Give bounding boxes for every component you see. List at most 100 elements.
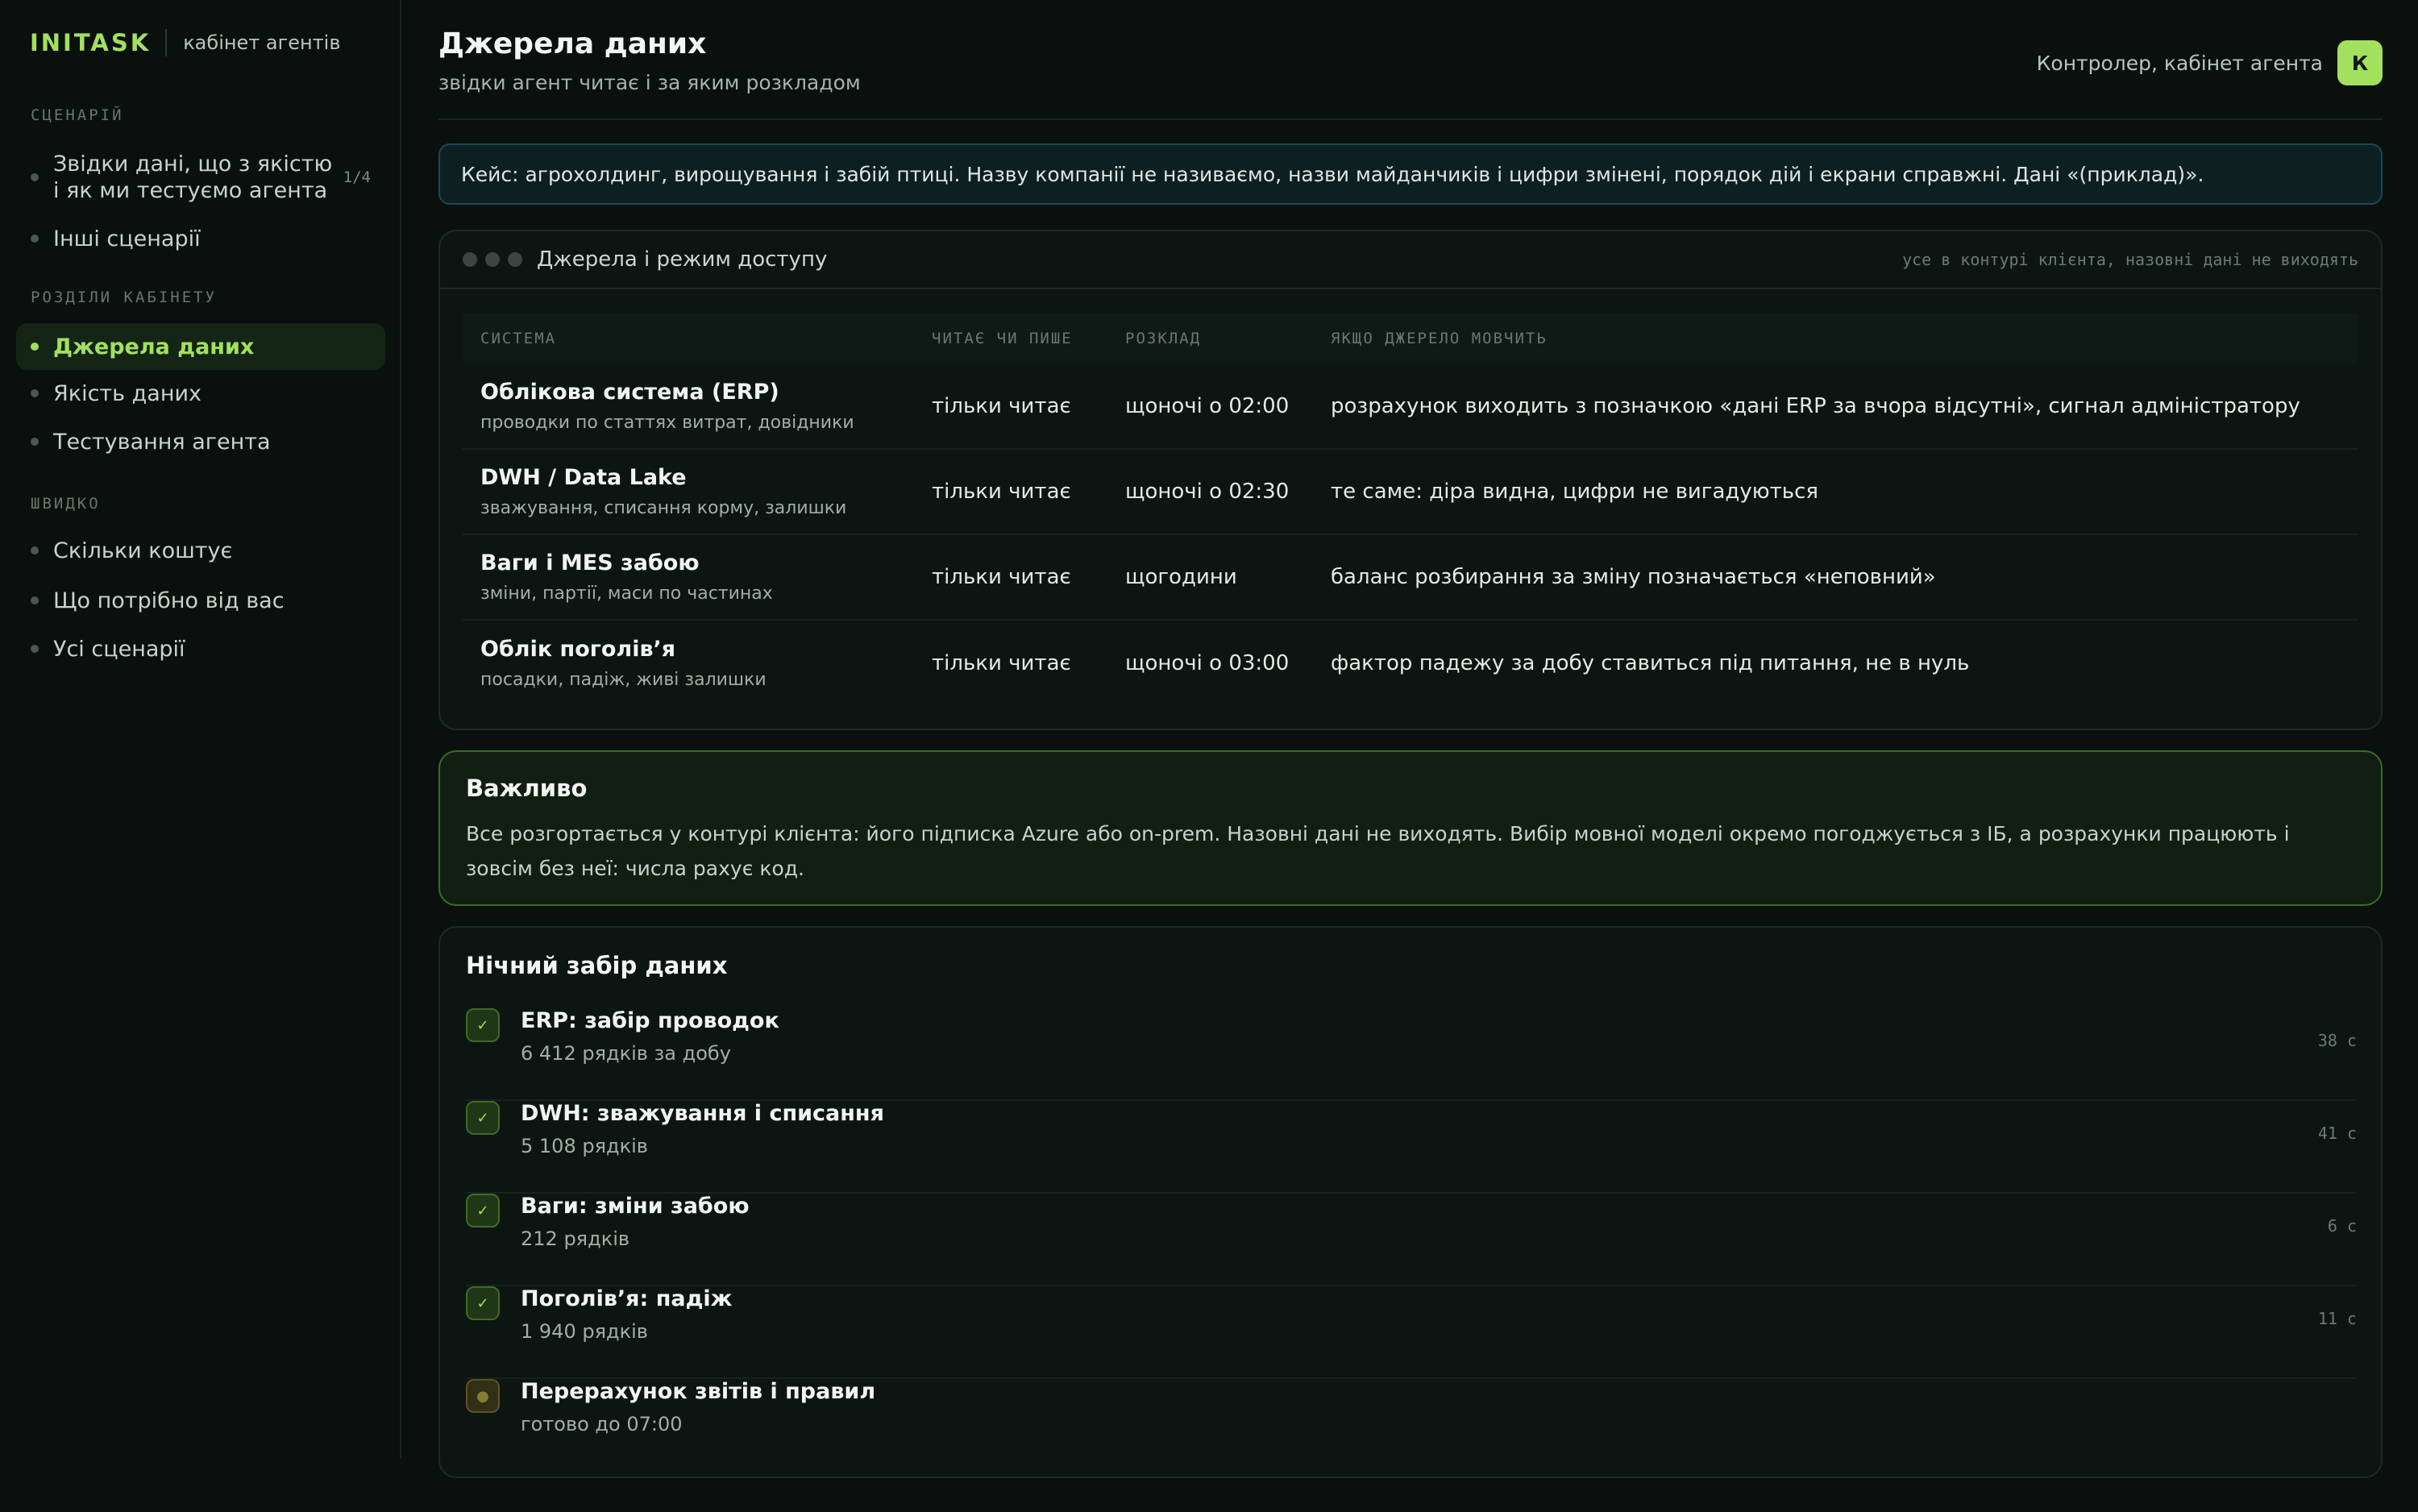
header-divider: [438, 118, 2383, 120]
fallback-cell: фактор падежу за добу ставиться під пита…: [1331, 650, 1970, 675]
job-row: ✓ Поголів’я: падіж 1 940 рядків 11 с: [466, 1286, 2357, 1379]
sidebar-item-label: Інші сценарії: [53, 226, 201, 251]
table-header-row: СИСТЕМА ЧИТАЄ ЧИ ПИШЕ РОЗКЛАД ЯКЩО ДЖЕРЕ…: [463, 314, 2358, 363]
system-name: DWH / Data Lake: [480, 465, 687, 490]
night-jobs-title: Нічний забір даних: [466, 952, 728, 979]
check-icon: ✓: [466, 1101, 500, 1135]
sidebar-item-current-scenario[interactable]: Звідки дані, що з якістю і як ми тестуєм…: [16, 148, 385, 206]
schedule-cell: щоночі о 03:00: [1125, 650, 1290, 675]
system-desc: проводки по статтях витрат, довідники: [480, 412, 854, 433]
bullet-icon: [31, 438, 39, 446]
sidebar-item-agent-testing[interactable]: Тестування агента: [16, 427, 385, 456]
system-cell: Облікова система (ERP) проводки по стаття…: [463, 363, 914, 449]
mode-cell: тільки читає: [932, 480, 1071, 504]
schedule-cell: щогодини: [1125, 565, 1237, 589]
job-row: ✓ Ваги: зміни забою 212 рядків 6 с: [466, 1194, 2357, 1286]
job-duration: 38 с: [2317, 1031, 2357, 1050]
sources-card-note: усе в контурі клієнта, назовні дані не в…: [1902, 250, 2358, 269]
job-desc: 6 412 рядків за добу: [521, 1042, 731, 1065]
label-line-2: і як ми тестуємо агента: [53, 178, 328, 203]
sidebar-item-label: Тестування агента: [53, 429, 271, 455]
check-icon: ✓: [466, 1286, 500, 1320]
pending-icon: ●: [466, 1379, 500, 1413]
system-cell: DWH / Data Lake зважування, списання корм…: [463, 449, 914, 534]
bullet-icon: [31, 546, 39, 555]
system-desc: посадки, падіж, живі залишки: [480, 669, 767, 690]
sources-table: СИСТЕМА ЧИТАЄ ЧИ ПИШЕ РОЗКЛАД ЯКЩО ДЖЕРЕ…: [463, 314, 2358, 705]
case-banner: Кейс: агрохолдинг, вирощування і забій п…: [438, 143, 2383, 205]
sidebar-item-data-sources[interactable]: Джерела даних: [16, 323, 385, 370]
column-header-schedule: РОЗКЛАД: [1125, 330, 1202, 347]
brand-logo: INITASK: [30, 29, 152, 56]
job-title: Перерахунок звітів і правил: [521, 1379, 876, 1404]
sidebar-item-cost[interactable]: Скільки коштує: [16, 536, 385, 565]
job-desc: 1 940 рядків: [521, 1320, 648, 1343]
job-row: ● Перерахунок звітів і правил готово до …: [466, 1379, 2357, 1472]
brand-divider: [165, 29, 168, 56]
sidebar-item-all-scenarios[interactable]: Усі сценарії: [16, 634, 385, 663]
job-title: Ваги: зміни забою: [521, 1194, 750, 1219]
window-dot-icon: [463, 252, 477, 267]
job-desc: 5 108 рядків: [521, 1135, 648, 1157]
job-desc: 212 рядків: [521, 1227, 630, 1250]
schedule-cell: щоночі о 02:30: [1125, 480, 1290, 504]
mode-cell: тільки читає: [932, 650, 1071, 675]
sidebar-section-cabinet: РОЗДІЛИ КАБІНЕТУ: [31, 289, 218, 306]
sidebar-section-quick: ШВИДКО: [31, 495, 101, 513]
job-row: ✓ DWH: зважування і списання 5 108 рядкі…: [466, 1101, 2357, 1194]
sidebar-item-label: Скільки коштує: [53, 538, 233, 563]
sidebar-item-other-scenarios[interactable]: Інші сценарії: [16, 224, 385, 253]
system-desc: зважування, списання корму, залишки: [480, 498, 847, 518]
sidebar-item-label: Що потрібно від вас: [53, 588, 285, 613]
sidebar-item-label: Усі сценарії: [53, 636, 185, 662]
system-desc: зміни, партії, маси по частинах: [480, 584, 773, 604]
job-row: ✓ ERP: забір проводок 6 412 рядків за до…: [466, 1008, 2357, 1101]
job-duration: 6 с: [2327, 1216, 2357, 1236]
brand[interactable]: INITASK кабінет агентів: [30, 29, 341, 56]
fallback-cell: те саме: діра видна, цифри не вигадуютьс…: [1331, 480, 1819, 504]
window-dot-icon: [485, 252, 500, 267]
table-row: Ваги і MES забою зміни, партії, маси по ч…: [463, 534, 2358, 620]
avatar[interactable]: К: [2337, 40, 2383, 85]
window-dot-icon: [508, 252, 522, 267]
schedule-cell: щоночі о 02:00: [1125, 393, 1290, 418]
mode-cell: тільки читає: [932, 565, 1071, 589]
system-name: Облік поголів’я: [480, 636, 676, 662]
sidebar-item-data-quality[interactable]: Якість даних: [16, 379, 385, 408]
mode-cell: тільки читає: [932, 393, 1071, 418]
sidebar-item-label: Звідки дані, що з якістю і як ми тестуєм…: [53, 151, 332, 204]
user-menu[interactable]: Контролер, кабінет агента К: [2037, 40, 2383, 85]
sidebar-item-label: Якість даних: [53, 380, 202, 406]
job-title: Поголів’я: падіж: [521, 1286, 733, 1311]
sidebar-item-requirements[interactable]: Що потрібно від вас: [16, 586, 385, 615]
brand-subtitle: кабінет агентів: [183, 31, 341, 54]
job-desc: готово до 07:00: [521, 1413, 683, 1435]
important-title: Важливо: [466, 775, 588, 802]
important-callout: Важливо Все розгортається у контурі кліє…: [438, 750, 2383, 906]
table-row: DWH / Data Lake зважування, списання корм…: [463, 449, 2358, 534]
column-header-mode: ЧИТАЄ ЧИ ПИШЕ: [932, 330, 1073, 347]
system-name: Ваги і MES забою: [480, 550, 700, 575]
bullet-icon: [31, 596, 39, 604]
sidebar: INITASK кабінет агентів СЦЕНАРІЙ Звідки …: [0, 0, 401, 1459]
user-label: Контролер, кабінет агента: [2036, 51, 2323, 75]
bullet-icon: [31, 389, 39, 397]
night-jobs-card: Нічний забір даних ✓ ERP: забір проводок…: [438, 926, 2383, 1478]
job-title: ERP: забір проводок: [521, 1008, 779, 1033]
job-duration: 11 с: [2317, 1309, 2357, 1328]
fallback-cell: баланс розбирання за зміну позначається …: [1331, 565, 1936, 589]
sources-card-title: Джерела і режим доступу: [537, 247, 828, 272]
job-duration: 41 с: [2317, 1124, 2357, 1143]
system-name: Облікова система (ERP): [480, 379, 779, 405]
table-row: Облікова система (ERP) проводки по стаття…: [463, 363, 2358, 449]
page-subtitle: звідки агент читає і за яким розкладом: [438, 71, 861, 94]
bullet-icon: [31, 235, 39, 243]
sidebar-section-scenario: СЦЕНАРІЙ: [31, 106, 124, 124]
system-cell: Облік поголів’я посадки, падіж, живі зали…: [463, 620, 914, 705]
page-title: Джерела даних: [438, 27, 707, 60]
sources-card: Джерела і режим доступу усе в контурі кл…: [438, 230, 2383, 730]
important-text: Все розгортається у контурі клієнта: йог…: [466, 822, 2290, 880]
sidebar-item-label: Джерела даних: [53, 334, 255, 359]
label-line-1: Звідки дані, що з якістю: [53, 152, 333, 177]
fallback-cell: розрахунок виходить з позначкою «дані ER…: [1331, 393, 2300, 418]
